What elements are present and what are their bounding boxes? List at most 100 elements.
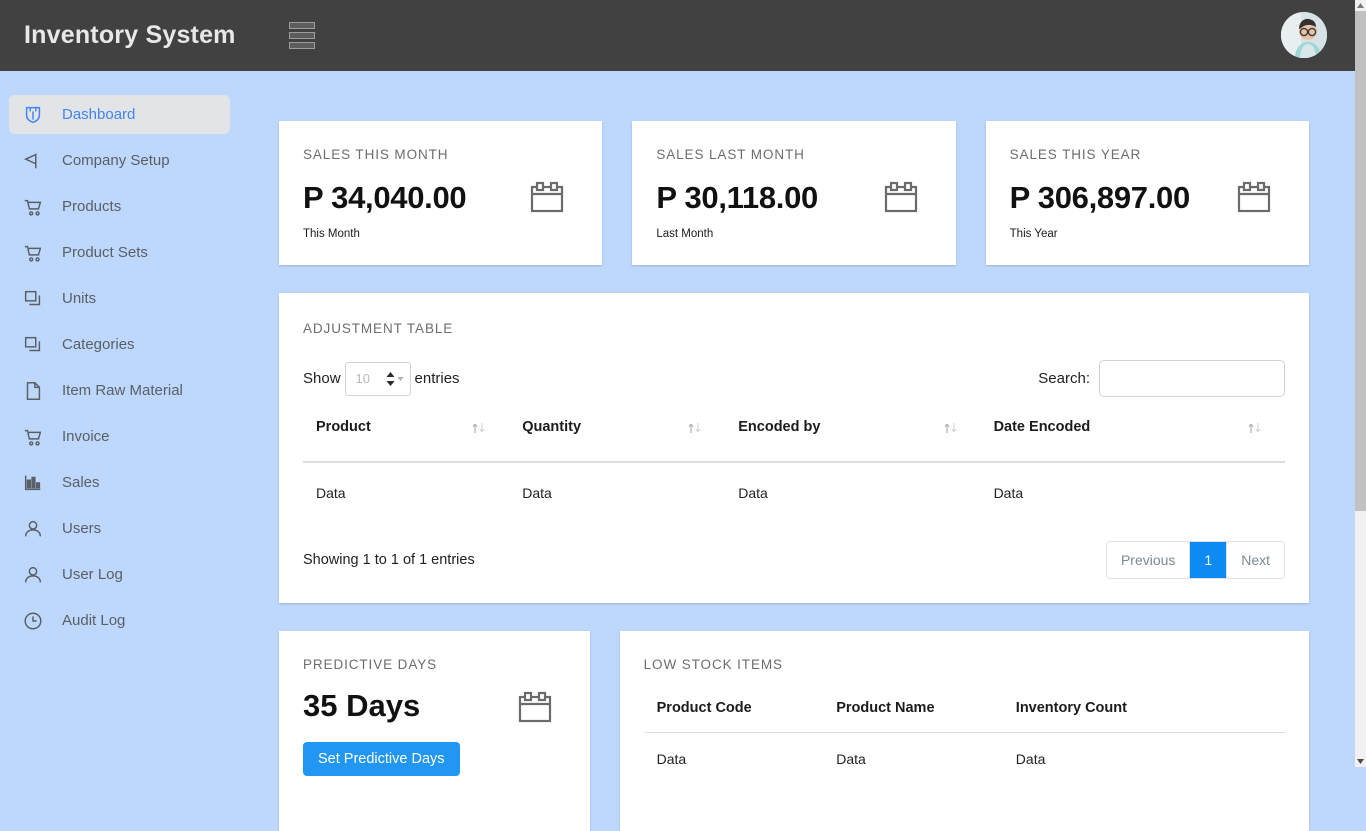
sidebar-item-label: Invoice: [62, 428, 110, 445]
scrollbar-up-arrow-icon[interactable]: [1355, 0, 1366, 11]
stat-card-subtitle: This Month: [303, 228, 360, 240]
sidebar-item-categories[interactable]: Categories: [9, 325, 230, 364]
calendar-icon: [516, 689, 554, 732]
user-icon: [21, 563, 45, 587]
sidebar-item-users[interactable]: Users: [9, 509, 230, 548]
stat-card-sales-this-year: SALES THIS YEAR P 306,897.00 This Year: [985, 121, 1309, 265]
show-label: Show: [303, 370, 341, 387]
sidebar-item-products[interactable]: Products: [9, 187, 230, 226]
sidebar-item-sales[interactable]: Sales: [9, 463, 230, 502]
sidebar-item-units[interactable]: Units: [9, 279, 230, 318]
column-header-label: Inventory Count: [1015, 700, 1127, 716]
user-avatar[interactable]: [1281, 12, 1327, 58]
stat-card-sales-this-month: SALES THIS MONTH P 34,040.00 This Month: [279, 121, 603, 265]
scrollbar-down-arrow-icon[interactable]: [1355, 756, 1366, 767]
table-cell: Data: [522, 485, 552, 501]
stat-card-title: SALES THIS MONTH: [303, 147, 449, 162]
column-header-label: Date Encoded: [993, 419, 1091, 435]
sidebar-item-label: Dashboard: [62, 106, 136, 123]
stat-card-title: SALES LAST MONTH: [656, 147, 805, 162]
column-header-quantity[interactable]: Quantity: [509, 419, 726, 463]
top-bar: Inventory System: [0, 0, 1355, 71]
entries-label: entries: [414, 370, 460, 387]
table-cell: Data: [1015, 751, 1046, 767]
page-scrollbar[interactable]: [1355, 0, 1366, 767]
sidebar-item-item-raw-material[interactable]: Item Raw Material: [9, 371, 230, 410]
calendar-icon: [528, 179, 566, 222]
search-label: Search:: [1038, 370, 1090, 387]
predictive-days-card: PREDICTIVE DAYS 35 Days Set Predictive D…: [279, 631, 590, 831]
sidebar-item-label: Categories: [62, 336, 135, 353]
sidebar-item-user-log[interactable]: User Log: [9, 555, 230, 594]
sidebar: Dashboard Company Setup Products Product Se…: [0, 71, 279, 767]
shopping-cart-icon: [21, 195, 45, 219]
sidebar-item-dashboard[interactable]: Dashboard: [9, 95, 230, 134]
column-header-label: Quantity: [522, 419, 582, 435]
table-header-row: Product Code Product Name Inventory Count: [643, 700, 1285, 733]
column-header-date-encoded[interactable]: Date Encoded: [980, 419, 1285, 463]
sidebar-item-label: Users: [62, 520, 102, 537]
table-cell: Data: [316, 485, 346, 501]
table-cell: Data: [656, 751, 687, 767]
set-predictive-days-button[interactable]: Set Predictive Days: [303, 742, 460, 776]
main-content: SALES THIS MONTH P 34,040.00 This Month …: [279, 71, 1355, 831]
menu-bar-2: [288, 32, 315, 39]
flag-icon: [21, 149, 45, 173]
pagination-previous[interactable]: Previous: [1106, 542, 1191, 578]
column-header-product[interactable]: Product: [303, 419, 510, 463]
menu-bar-3: [288, 42, 315, 49]
calendar-icon: [1235, 179, 1273, 222]
page-length-value: 10: [355, 371, 370, 386]
search-input[interactable]: [1099, 360, 1285, 397]
table-row: Data Data Data: [644, 733, 1285, 767]
sidebar-item-company-setup[interactable]: Company Setup: [9, 141, 230, 180]
sidebar-item-invoice[interactable]: Invoice: [9, 417, 230, 456]
shield-icon: [21, 103, 45, 127]
table-info: Showing 1 to 1 of 1 entries: [303, 552, 475, 568]
sort-arrows-icon: [471, 421, 487, 439]
copy-icon: [21, 333, 45, 357]
show-entries-control: Show 10 entries: [303, 361, 460, 396]
stat-card-title: SALES THIS YEAR: [1009, 147, 1142, 162]
shopping-cart-icon: [21, 241, 45, 265]
table-cell: Data: [738, 485, 768, 501]
sort-arrows-icon: [943, 421, 959, 439]
column-header-label: Product Code: [656, 700, 752, 716]
user-icon: [21, 517, 45, 541]
adjustment-table-title: ADJUSTMENT TABLE: [303, 321, 454, 336]
table-footer: Showing 1 to 1 of 1 entries Previous 1 N…: [303, 541, 1285, 579]
scrollbar-thumb[interactable]: [1355, 11, 1366, 511]
adjustment-table: Product Quantity Encoded by Date Encoded Da…: [303, 419, 1285, 519]
calendar-icon: [882, 179, 920, 222]
sidebar-item-label: Units: [62, 290, 97, 307]
table-row: Data Data Data Data: [303, 462, 1285, 519]
stat-card-subtitle: This Year: [1009, 228, 1058, 240]
stacked-bars-menu-icon[interactable]: [288, 19, 315, 53]
low-stock-items-title: LOW STOCK ITEMS: [643, 657, 783, 672]
column-header-label: Product Name: [836, 700, 935, 716]
sidebar-item-product-sets[interactable]: Product Sets: [9, 233, 230, 272]
sidebar-item-audit-log[interactable]: Audit Log: [9, 601, 230, 640]
page-length-select[interactable]: 10: [344, 361, 411, 396]
column-header-label: Encoded by: [738, 419, 821, 435]
column-header-product-name: Product Name: [823, 700, 1003, 733]
table-header-row: Product Quantity Encoded by Date Encoded: [303, 419, 1285, 463]
updown-chevron-icon: [385, 371, 404, 387]
sidebar-item-label: Products: [62, 198, 122, 215]
copy-icon: [21, 287, 45, 311]
column-header-encoded-by[interactable]: Encoded by: [725, 419, 981, 463]
pagination-next[interactable]: Next: [1227, 542, 1284, 578]
sidebar-item-label: Item Raw Material: [62, 382, 183, 399]
stat-card-subtitle: Last Month: [656, 228, 714, 240]
search-control: Search:: [1038, 360, 1285, 397]
low-stock-table: Product Code Product Name Inventory Count …: [643, 700, 1285, 767]
table-cell: Data: [993, 485, 1024, 501]
sidebar-item-label: Company Setup: [62, 152, 170, 169]
bottom-card-row: PREDICTIVE DAYS 35 Days Set Predictive D…: [279, 631, 1309, 831]
sidebar-item-label: Product Sets: [62, 244, 148, 261]
sidebar-item-label: Sales: [62, 474, 100, 491]
pagination-page-1[interactable]: 1: [1190, 542, 1228, 578]
sidebar-item-label: Audit Log: [62, 612, 126, 629]
stat-card-sales-last-month: SALES LAST MONTH P 30,118.00 Last Month: [632, 121, 956, 265]
low-stock-items-card: LOW STOCK ITEMS Product Code Product Name…: [619, 631, 1309, 831]
